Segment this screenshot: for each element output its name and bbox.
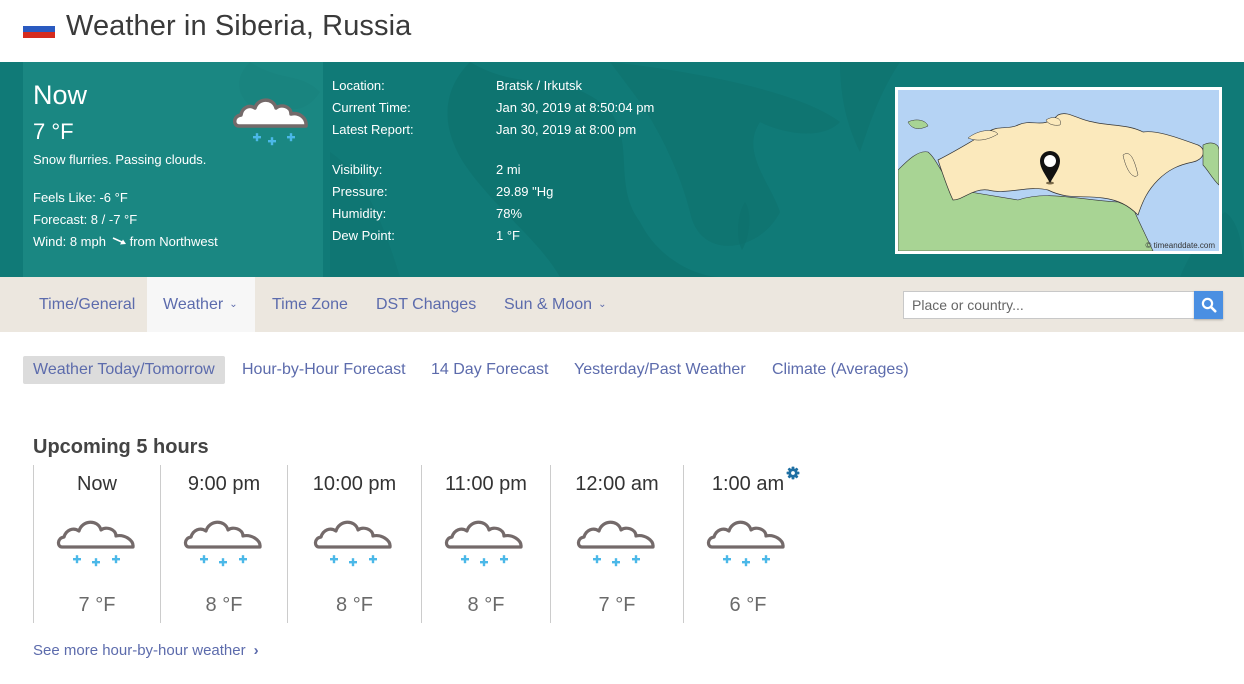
chevron-right-icon: › (253, 642, 259, 659)
detail-humidity: Humidity: 78% (332, 206, 523, 221)
hour-forecast-item: 10:00 pm 8 °F (287, 465, 421, 623)
place-search-input[interactable] (903, 291, 1195, 319)
weather-banner: Now 7 °F Snow flurries. Passing clouds. … (0, 62, 1244, 277)
nav-time-zone[interactable]: Time Zone (256, 277, 364, 332)
snow-cloud-icon (183, 515, 267, 575)
hour-forecast-item: Now 7 °F (33, 465, 160, 623)
map-credit: © timeanddate.com (1145, 241, 1215, 250)
search-icon (1201, 297, 1216, 313)
location-pin-icon (1040, 151, 1060, 185)
map-canvas[interactable]: © timeanddate.com (898, 90, 1219, 251)
forecast-range: Forecast: 8 / -7 °F (33, 212, 138, 227)
hour-forecast-item: 9:00 pm 8 °F (160, 465, 287, 623)
location-map[interactable]: © timeanddate.com (895, 87, 1222, 254)
snow-cloud-icon (444, 515, 528, 575)
subnav-past-weather[interactable]: Yesterday/Past Weather (564, 356, 756, 384)
snow-cloud-icon (233, 98, 308, 146)
subnav-climate[interactable]: Climate (Averages) (762, 356, 919, 384)
search-button[interactable] (1194, 291, 1223, 319)
main-nav: Time/General Weather ⌄ Time Zone DST Chan… (0, 277, 1244, 332)
detail-current-time: Current Time: Jan 30, 2019 at 8:50:04 pm (332, 100, 655, 115)
detail-location: Location: Bratsk / Irkutsk (332, 78, 582, 93)
russia-flag-icon (23, 20, 55, 38)
nav-sun-moon[interactable]: Sun & Moon ⌄ (488, 277, 622, 332)
weather-description: Snow flurries. Passing clouds. (33, 152, 207, 167)
wind-info: Wind: 8 mph from Northwest (33, 234, 218, 249)
see-more-hourly-link[interactable]: See more hour-by-hour weather › (33, 642, 259, 659)
current-temperature: 7 °F (33, 119, 74, 144)
wind-direction-arrow-icon (112, 237, 126, 245)
gear-icon[interactable] (786, 466, 800, 480)
subnav-weather-today[interactable]: Weather Today/Tomorrow (23, 356, 225, 384)
wind-direction: from Northwest (129, 234, 218, 249)
detail-dew-point: Dew Point: 1 °F (332, 228, 520, 243)
detail-visibility: Visibility: 2 mi (332, 162, 521, 177)
feels-like: Feels Like: -6 °F (33, 190, 128, 205)
detail-latest-report: Latest Report: Jan 30, 2019 at 8:00 pm (332, 122, 637, 137)
hour-forecast-item: 12:00 am 7 °F (550, 465, 683, 623)
snow-cloud-icon (313, 515, 397, 575)
nav-time-general[interactable]: Time/General (23, 277, 151, 332)
now-label: Now (33, 80, 88, 110)
snow-cloud-icon (56, 515, 140, 575)
subnav-hour-by-hour[interactable]: Hour-by-Hour Forecast (232, 356, 416, 384)
page-header: Weather in Siberia, Russia (0, 0, 1244, 62)
nav-dst-changes[interactable]: DST Changes (360, 277, 492, 332)
chevron-down-icon: ⌄ (229, 299, 238, 310)
current-conditions-panel: Now 7 °F Snow flurries. Passing clouds. … (23, 62, 323, 277)
snow-cloud-icon (706, 515, 790, 575)
chevron-down-icon: ⌄ (598, 299, 607, 310)
page-title: Weather in Siberia, Russia (66, 10, 412, 42)
snow-cloud-icon (576, 515, 660, 575)
upcoming-title: Upcoming 5 hours (33, 436, 209, 458)
hour-forecast-item: 11:00 pm 8 °F (421, 465, 550, 623)
detail-pressure: Pressure: 29.89 "Hg (332, 184, 554, 199)
nav-weather[interactable]: Weather ⌄ (147, 277, 255, 332)
subnav-14-day[interactable]: 14 Day Forecast (421, 356, 558, 384)
wind-speed: Wind: 8 mph (33, 234, 106, 249)
hour-forecast-item: 1:00 am 6 °F (683, 465, 812, 623)
